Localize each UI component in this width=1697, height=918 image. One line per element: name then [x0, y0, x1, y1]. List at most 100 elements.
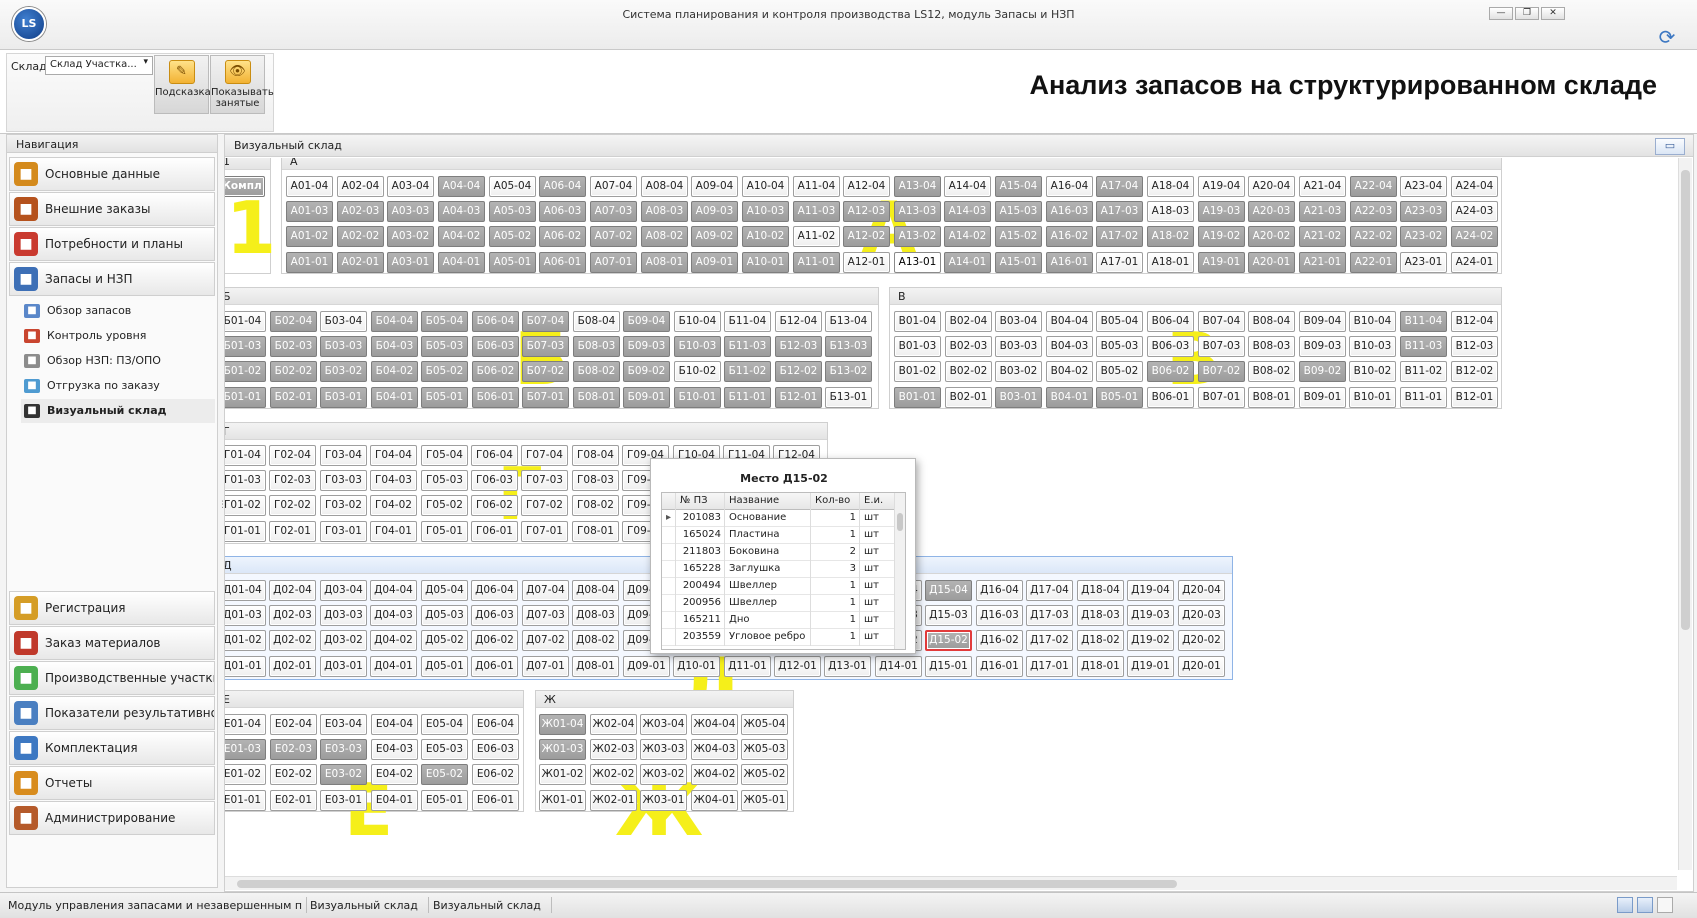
storage-cell[interactable]: Е01-04	[225, 714, 266, 735]
storage-cell[interactable]: В06-02	[1147, 361, 1194, 382]
storage-cell[interactable]: А03-02	[387, 226, 434, 247]
storage-cell[interactable]: А07-04	[590, 176, 637, 197]
storage-cell[interactable]: Д01-03	[225, 605, 266, 626]
storage-cell[interactable]: Б07-01	[522, 387, 569, 408]
storage-cell[interactable]: Е05-03	[421, 739, 468, 760]
storage-cell[interactable]: Г06-01	[471, 521, 518, 542]
horizontal-scrollbar[interactable]	[225, 876, 1677, 890]
storage-cell[interactable]: Г01-03	[225, 470, 266, 491]
storage-cell[interactable]: Б09-04	[623, 311, 670, 332]
storage-cell[interactable]: Д03-04	[320, 580, 367, 601]
storage-cell[interactable]: А12-01	[843, 252, 890, 273]
storage-cell[interactable]: Д05-04	[421, 580, 468, 601]
storage-cell[interactable]: А14-02	[944, 226, 991, 247]
storage-cell[interactable]: Д20-02	[1178, 630, 1225, 651]
storage-cell[interactable]: А14-04	[944, 176, 991, 197]
storage-cell[interactable]: В05-03	[1096, 336, 1143, 357]
storage-cell[interactable]: Д12-01	[774, 656, 821, 677]
storage-cell[interactable]: А09-03	[691, 201, 738, 222]
storage-cell[interactable]: Д16-04	[976, 580, 1023, 601]
nav-item-puzzle[interactable]: ■ Производственные участки	[9, 661, 215, 695]
storage-cell[interactable]: В06-01	[1147, 387, 1194, 408]
popup-scrollbar[interactable]	[894, 493, 905, 649]
storage-cell[interactable]: Е02-01	[270, 790, 317, 811]
storage-cell[interactable]: А16-04	[1046, 176, 1093, 197]
storage-cell[interactable]: Г03-01	[320, 521, 367, 542]
storage-cell[interactable]: Д04-04	[370, 580, 417, 601]
storage-cell[interactable]: Д04-02	[370, 630, 417, 651]
storage-cell[interactable]: Ж04-04	[691, 714, 738, 735]
storage-cell[interactable]: Б06-04	[472, 311, 519, 332]
storage-cell[interactable]: Б03-01	[320, 387, 367, 408]
storage-cell[interactable]: В09-01	[1299, 387, 1346, 408]
storage-cell[interactable]: Б10-01	[674, 387, 721, 408]
storage-cell[interactable]: Д08-02	[572, 630, 619, 651]
storage-cell[interactable]: А18-04	[1147, 176, 1194, 197]
storage-cell[interactable]: А22-03	[1350, 201, 1397, 222]
nav-item-briefcase[interactable]: ■ Внешние заказы	[9, 192, 215, 226]
storage-cell[interactable]: А03-01	[387, 252, 434, 273]
storage-cell[interactable]: Б10-04	[674, 311, 721, 332]
storage-cell[interactable]: Г04-02	[370, 495, 417, 516]
storage-cell[interactable]: Д04-03	[370, 605, 417, 626]
storage-cell[interactable]: Д01-02	[225, 630, 266, 651]
storage-cell[interactable]: В01-04	[894, 311, 941, 332]
storage-cell[interactable]: В12-01	[1451, 387, 1498, 408]
storage-cell[interactable]: А22-02	[1350, 226, 1397, 247]
storage-cell[interactable]: В04-04	[1046, 311, 1093, 332]
storage-cell[interactable]: Д07-04	[522, 580, 569, 601]
storage-cell[interactable]: В07-02	[1198, 361, 1245, 382]
storage-cell[interactable]: В04-02	[1046, 361, 1093, 382]
storage-cell[interactable]: А16-03	[1046, 201, 1093, 222]
storage-cell[interactable]: А22-01	[1350, 252, 1397, 273]
storage-cell[interactable]: Ж02-04	[590, 714, 637, 735]
storage-cell[interactable]: Г05-02	[421, 495, 468, 516]
storage-cell[interactable]: В04-01	[1046, 387, 1093, 408]
storage-cell[interactable]: Е01-01	[225, 790, 266, 811]
hint-button[interactable]: ✎ Подсказка	[154, 55, 211, 114]
storage-cell[interactable]: А10-04	[742, 176, 789, 197]
storage-cell[interactable]: В10-02	[1349, 361, 1396, 382]
storage-cell[interactable]: А08-02	[641, 226, 688, 247]
storage-cell[interactable]: А07-03	[590, 201, 637, 222]
storage-cell[interactable]: Е03-01	[320, 790, 367, 811]
storage-cell[interactable]: Д20-04	[1178, 580, 1225, 601]
storage-cell[interactable]: Е03-02	[320, 764, 367, 785]
storage-cell[interactable]: В05-04	[1096, 311, 1143, 332]
nav-item-report[interactable]: ■ Отчеты	[9, 766, 215, 800]
storage-cell[interactable]: Д18-04	[1077, 580, 1124, 601]
storage-cell[interactable]: Г08-01	[572, 521, 619, 542]
storage-cell[interactable]: Б09-02	[623, 361, 670, 382]
storage-cell[interactable]: Е02-04	[270, 714, 317, 735]
storage-cell[interactable]: Б10-02	[674, 361, 721, 382]
storage-cell[interactable]: Е04-04	[371, 714, 418, 735]
storage-cell[interactable]: Б11-02	[724, 361, 771, 382]
storage-cell[interactable]: А13-03	[894, 201, 941, 222]
storage-cell[interactable]: Д02-01	[269, 656, 316, 677]
storage-cell[interactable]: А01-02	[286, 226, 333, 247]
storage-cell[interactable]: Д11-01	[724, 656, 771, 677]
storage-cell[interactable]: А06-01	[539, 252, 586, 273]
storage-cell[interactable]: А01-03	[286, 201, 333, 222]
storage-cell[interactable]: Б13-02	[825, 361, 872, 382]
storage-cell[interactable]: В07-03	[1198, 336, 1245, 357]
storage-cell[interactable]: А22-04	[1350, 176, 1397, 197]
storage-cell[interactable]: А05-02	[489, 226, 536, 247]
storage-cell[interactable]: Д04-01	[370, 656, 417, 677]
storage-cell[interactable]: В03-04	[995, 311, 1042, 332]
storage-cell[interactable]: В07-01	[1198, 387, 1245, 408]
storage-cell[interactable]: Б10-03	[674, 336, 721, 357]
storage-cell[interactable]: Д14-01	[875, 656, 922, 677]
storage-cell[interactable]: Б08-01	[573, 387, 620, 408]
table-row[interactable]: 211803 Боковина 2 шт	[662, 544, 894, 561]
storage-cell[interactable]: А21-03	[1299, 201, 1346, 222]
storage-cell[interactable]: А24-02	[1451, 226, 1498, 247]
storage-cell[interactable]: В03-03	[995, 336, 1042, 357]
storage-cell[interactable]: А01-01	[286, 252, 333, 273]
storage-cell[interactable]: Б02-04	[270, 311, 317, 332]
storage-cell[interactable]: А19-02	[1198, 226, 1245, 247]
storage-cell[interactable]: В06-03	[1147, 336, 1194, 357]
storage-cell[interactable]: А24-03	[1451, 201, 1498, 222]
storage-cell[interactable]: Е06-01	[472, 790, 519, 811]
storage-cell[interactable]: Б07-03	[522, 336, 569, 357]
